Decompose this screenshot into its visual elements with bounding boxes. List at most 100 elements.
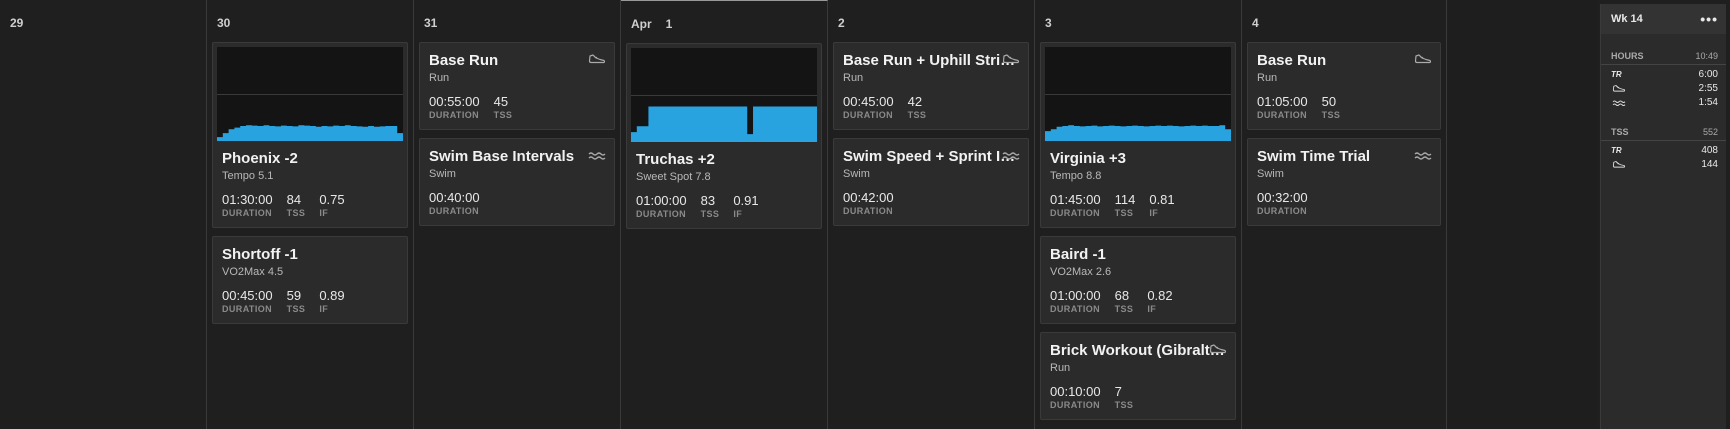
day-column-2[interactable]: 2 Base Run + Uphill Strides Run 00:45:00 DUR… [828, 0, 1035, 429]
metric-duration: 00:45:00 DURATION [843, 94, 894, 120]
hours-row: 1:54 [1601, 95, 1726, 109]
day-column-4[interactable]: 4 Base Run Run 01:05:00 DURATION 50 TSS Swim Ti… [1242, 0, 1447, 429]
metric-value: 00:45:00 [222, 288, 273, 303]
run-shoe-icon [588, 53, 606, 65]
workout-title[interactable]: Swim Base Intervals [429, 148, 605, 165]
metric-tss: 83 TSS [701, 193, 720, 219]
workout-title[interactable]: Base Run [1257, 52, 1431, 69]
hours-header: HOURS 10:49 [1601, 51, 1726, 65]
workout-card[interactable]: Phoenix -2 Tempo 5.1 01:30:00 DURATION 84 TSS… [212, 42, 408, 228]
workout-card[interactable]: Virginia +3 Tempo 8.8 01:45:00 DURATION 114 T… [1040, 42, 1236, 228]
workout-metrics: 01:45:00 DURATION 114 TSS 0.81 IF [1050, 192, 1226, 218]
workout-card[interactable]: Truchas +2 Sweet Spot 7.8 01:00:00 DURATION… [626, 43, 822, 229]
day-column-31[interactable]: 31 Base Run Run 00:55:00 DURATION 45 TSS Swim B… [414, 0, 621, 429]
day-number: 29 [10, 16, 24, 30]
workout-card[interactable]: Base Run Run 01:05:00 DURATION 50 TSS [1247, 42, 1441, 130]
workout-title[interactable]: Base Run [429, 52, 605, 69]
month-label: Apr [631, 17, 652, 31]
workout-subtitle: Tempo 8.8 [1050, 170, 1102, 182]
metric-value: 0.82 [1147, 288, 1173, 303]
workout-card[interactable]: Swim Time Trial Swim 00:32:00 DURATION [1247, 138, 1441, 226]
workout-title[interactable]: Swim Speed + Sprint Intervals [843, 148, 1019, 165]
workout-card[interactable]: Baird -1 VO2Max 2.6 01:00:00 DURATION 68 TSS 0… [1040, 236, 1236, 324]
workout-title[interactable]: Base Run + Uphill Strides [843, 52, 1019, 69]
workout-metrics: 00:32:00 DURATION [1257, 190, 1431, 216]
metric-label: TSS [907, 110, 927, 120]
tss-row: 144 [1601, 157, 1726, 171]
day-column-30[interactable]: 30 Phoenix -2 Tempo 5.1 01:30:00 DURATION 84 T… [207, 0, 414, 429]
week-label: Wk 14 [1611, 13, 1643, 25]
workout-title[interactable]: Brick Workout (Gibraltar) [1050, 342, 1226, 359]
hours-value: 6:00 [1698, 68, 1718, 80]
workout-card[interactable]: Base Run + Uphill Strides Run 00:45:00 DURA… [833, 42, 1029, 130]
workout-card[interactable]: Base Run Run 00:55:00 DURATION 45 TSS [419, 42, 615, 130]
workout-metrics: 00:45:00 DURATION 59 TSS 0.89 IF [222, 288, 398, 314]
metric-duration: 01:30:00 DURATION [222, 192, 273, 218]
day-header: 4 [1242, 0, 1446, 42]
workout-subtitle: Swim [429, 168, 456, 180]
workout-subtitle: Run [1257, 72, 1278, 84]
workout-subtitle: Run [1050, 362, 1071, 374]
tss-value: 408 [1701, 144, 1718, 156]
metric-tss: 114 TSS [1115, 192, 1136, 218]
metric-duration: 01:45:00 DURATION [1050, 192, 1101, 218]
workout-title[interactable]: Shortoff -1 [222, 246, 398, 263]
workout-profile-graph [631, 48, 817, 142]
workout-card[interactable]: Shortoff -1 VO2Max 4.5 00:45:00 DURATION 59 T… [212, 236, 408, 324]
day-column-3[interactable]: 3 Virginia +3 Tempo 8.8 01:45:00 DURATION 114… [1035, 0, 1242, 429]
metric-value: 68 [1114, 288, 1130, 303]
workout-metrics: 00:42:00 DURATION [843, 190, 1019, 216]
metric-label: DURATION [429, 206, 480, 216]
workout-profile-graph [1045, 47, 1231, 141]
run-shoe-icon [1002, 53, 1020, 65]
metric-value: 00:32:00 [1257, 190, 1308, 205]
day-number: 4 [1252, 16, 1259, 30]
day-header: 30 [207, 0, 413, 42]
metric-tss: 45 TSS [494, 94, 513, 120]
workout-profile-area [1045, 125, 1231, 141]
day-column-29[interactable]: 29 [0, 0, 207, 429]
metric-label: DURATION [1050, 208, 1101, 218]
week-summary-header: Wk 14 ••• [1601, 4, 1726, 34]
metric-label: DURATION [429, 110, 480, 120]
metric-duration: 00:10:00 DURATION [1050, 384, 1101, 410]
workout-title[interactable]: Truchas +2 [636, 151, 812, 168]
more-options-icon[interactable]: ••• [1700, 12, 1718, 26]
run-shoe-icon [1611, 84, 1627, 93]
metric-label: DURATION [1257, 110, 1308, 120]
metric-label: TSS [1114, 400, 1134, 410]
metric-if: 0.91 IF [733, 193, 758, 219]
tss-value: 144 [1701, 158, 1718, 170]
metric-value: 00:55:00 [429, 94, 480, 109]
day-header: 31 [414, 0, 620, 42]
metric-label: DURATION [222, 208, 273, 218]
metric-value: 0.91 [733, 193, 759, 208]
day-column-1[interactable]: Apr 1 Truchas +2 Sweet Spot 7.8 01:00:00 DURA… [621, 0, 828, 429]
tr-logo-icon: TR [1611, 145, 1622, 155]
tss-rows: TR 408 144 [1601, 143, 1726, 171]
workout-title[interactable]: Baird -1 [1050, 246, 1226, 263]
run-shoe-icon [1611, 160, 1627, 169]
metric-value: 7 [1114, 384, 1122, 399]
metric-value: 00:40:00 [429, 190, 480, 205]
metric-value: 0.89 [319, 288, 345, 303]
metric-label: TSS [700, 209, 720, 219]
metric-label: IF [319, 208, 329, 218]
metric-tss: 50 TSS [1322, 94, 1341, 120]
hours-label: HOURS [1611, 51, 1644, 61]
workout-title[interactable]: Swim Time Trial [1257, 148, 1431, 165]
metric-label: TSS [286, 304, 306, 314]
metric-value: 50 [1321, 94, 1337, 109]
workout-subtitle: VO2Max 2.6 [1050, 266, 1112, 278]
metric-if: 0.89 IF [319, 288, 344, 314]
metric-duration: 00:32:00 DURATION [1257, 190, 1308, 216]
workout-profile-area [217, 125, 403, 141]
hours-row: TR 6:00 [1601, 67, 1726, 81]
day-number: 30 [217, 16, 231, 30]
workout-card[interactable]: Swim Speed + Sprint Intervals Swim 00:42:0… [833, 138, 1029, 226]
workout-card[interactable]: Brick Workout (Gibraltar) Run 00:10:00 DURA… [1040, 332, 1236, 420]
workout-card[interactable]: Swim Base Intervals Swim 00:40:00 DURATION [419, 138, 615, 226]
workout-title[interactable]: Virginia +3 [1050, 150, 1226, 167]
workout-title[interactable]: Phoenix -2 [222, 150, 398, 167]
day-number: 1 [665, 17, 673, 31]
